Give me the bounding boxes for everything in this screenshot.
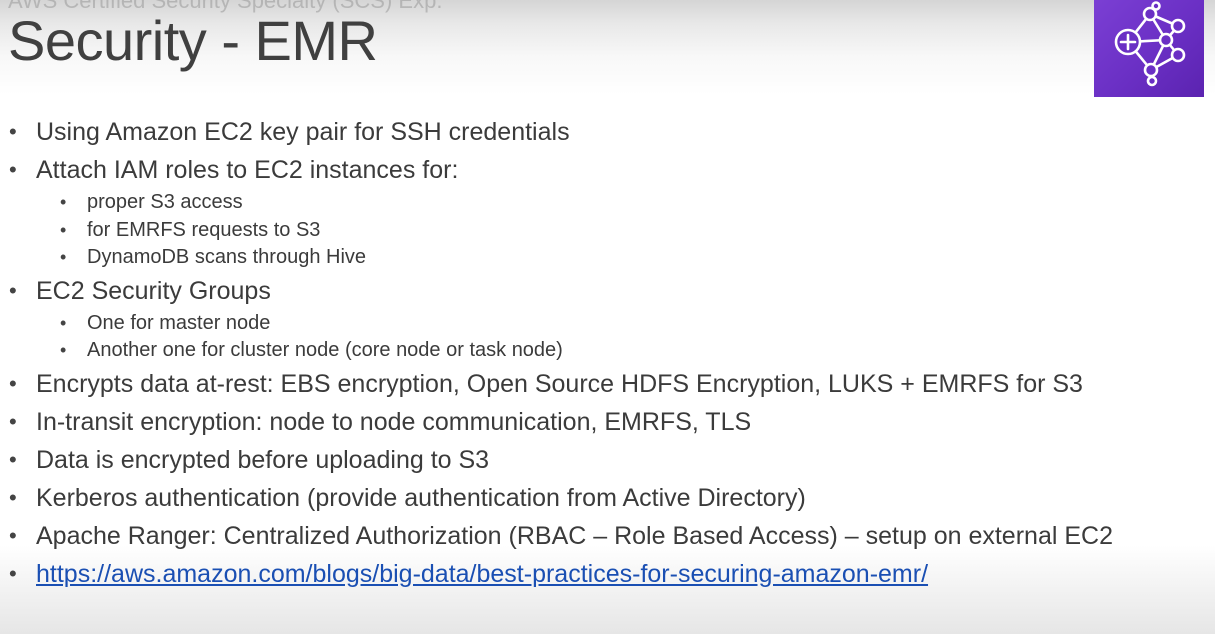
sub-bullet-text: Another one for cluster node (core node … [87, 339, 563, 361]
bullet-dot: • [9, 157, 17, 182]
slide-title: Security - EMR [8, 9, 378, 72]
sub-bullet-text: One for master node [87, 311, 271, 334]
list-item: • Apache Ranger: Centralized Authorizatio… [0, 517, 1215, 555]
list-item: • In-transit encryption: node to node com… [0, 403, 1215, 441]
bullet-text: Using Amazon EC2 key pair for SSH creden… [36, 118, 570, 146]
sub-list-item: • One for master node [0, 310, 1215, 338]
bullet-dot: • [60, 219, 67, 240]
list-item: • Encrypts data at-rest: EBS encryption, … [0, 365, 1215, 403]
bullet-text: Apache Ranger: Centralized Authorization… [36, 521, 1113, 550]
list-item: • EC2 Security Groups [0, 272, 1215, 310]
bullet-dot: • [9, 277, 17, 303]
list-item: • Using Amazon EC2 key pair for SSH crede… [0, 113, 1215, 151]
bullet-text: Encrypts data at-rest: EBS encryption, O… [36, 369, 1083, 398]
bullet-text: In-transit encryption: node to node comm… [36, 407, 752, 436]
bullet-dot: • [60, 340, 67, 360]
bullet-dot: • [9, 560, 17, 586]
sub-bullet-text: for EMRFS requests to S3 [87, 218, 321, 241]
list-item: • Kerberos authentication (provide authen… [0, 479, 1215, 517]
sub-list-item: • DynamoDB scans through Hive [0, 244, 1215, 272]
bullet-dot: • [9, 522, 17, 548]
sub-bullet-text: DynamoDB scans through Hive [87, 246, 367, 268]
bullet-dot: • [60, 192, 67, 212]
bullet-dot: • [9, 370, 17, 396]
bullet-dot: • [60, 312, 67, 333]
bullet-dot: • [9, 484, 17, 510]
list-item: • Attach IAM roles to EC2 instances for: [0, 151, 1215, 189]
bullet-dot: • [60, 247, 67, 267]
bullet-dot: • [9, 119, 17, 144]
sub-list-item: • Another one for cluster node (core node… [0, 337, 1215, 365]
sub-bullet-text: proper S3 access [87, 191, 243, 213]
list-item: • https://aws.amazon.com/blogs/big-data/b… [0, 555, 1215, 593]
bullet-dot: • [9, 408, 17, 434]
emr-cluster-network-icon [1114, 1, 1186, 87]
bullet-list: • Using Amazon EC2 key pair for SSH crede… [0, 113, 1215, 593]
bullet-text: EC2 Security Groups [36, 276, 271, 305]
sub-list-item: • for EMRFS requests to S3 [0, 217, 1215, 245]
bullet-text: Data is encrypted before uploading to S3 [36, 445, 490, 474]
sub-list-item: • proper S3 access [0, 189, 1215, 217]
emr-security-blog-link[interactable]: https://aws.amazon.com/blogs/big-data/be… [36, 560, 928, 588]
emr-logo [1094, 0, 1204, 97]
list-item: • Data is encrypted before uploading to S… [0, 441, 1215, 479]
bullet-dot: • [9, 446, 17, 472]
bullet-text: Attach IAM roles to EC2 instances for: [36, 156, 459, 184]
bullet-text: Kerberos authentication (provide authent… [36, 483, 806, 512]
